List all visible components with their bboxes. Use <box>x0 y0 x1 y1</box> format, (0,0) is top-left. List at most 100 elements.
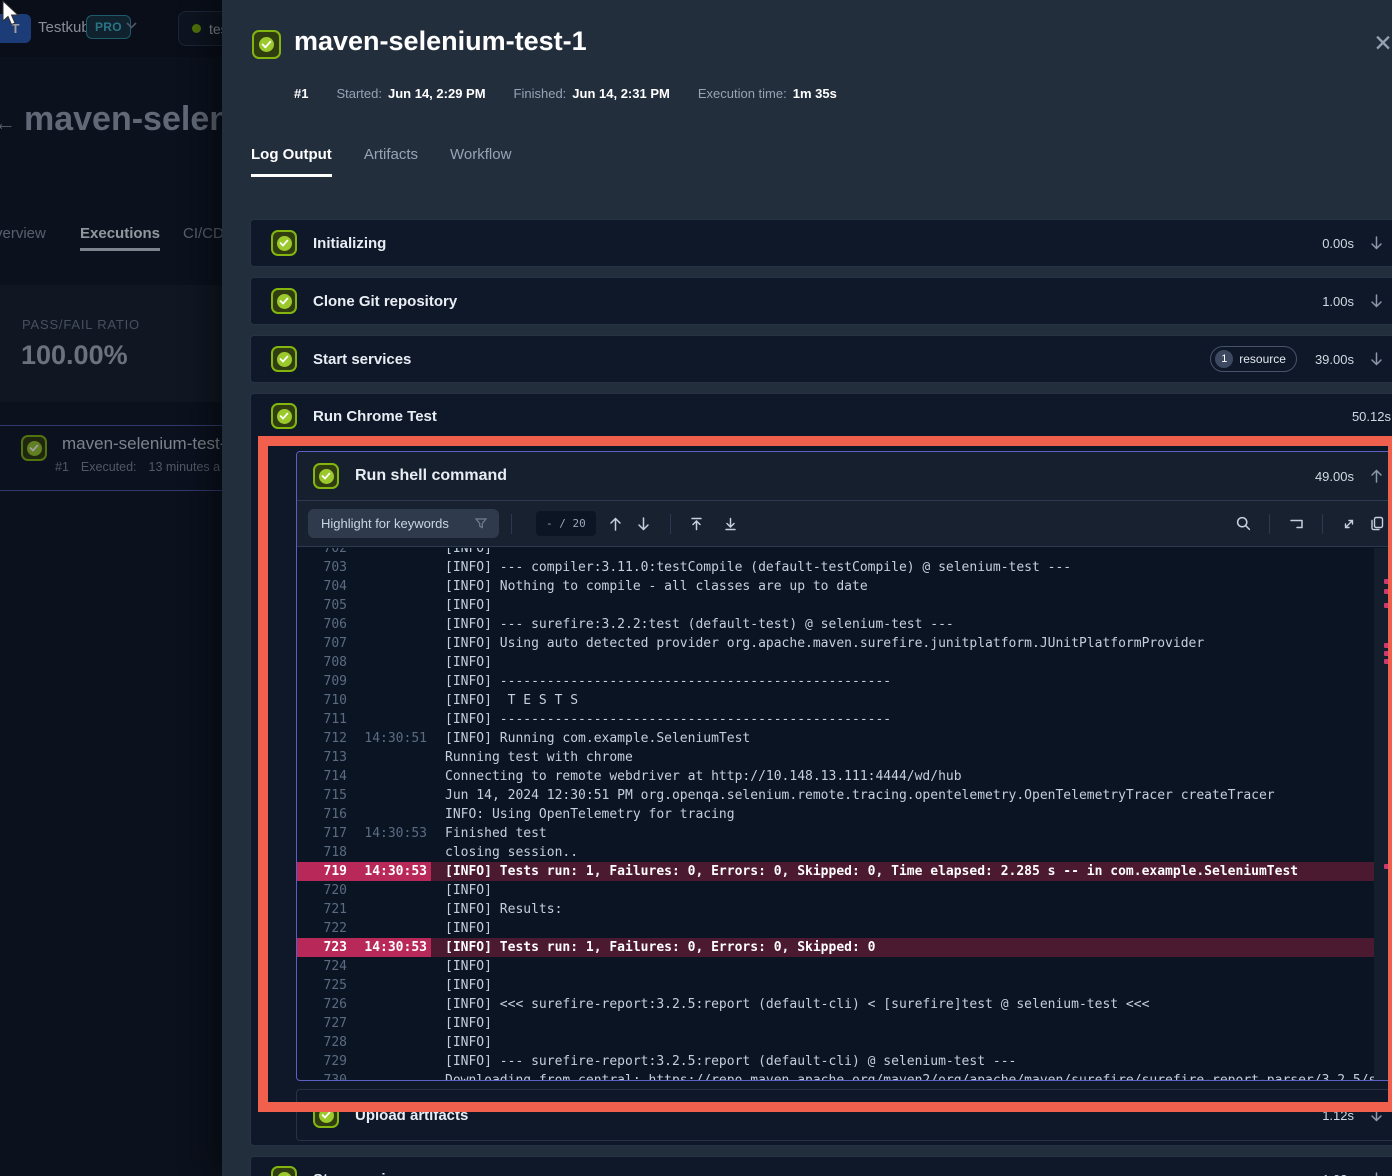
log-gutter: 711 <box>297 710 431 729</box>
log-row: 718 closing session.. <box>297 843 1374 862</box>
log-row: 715 Jun 14, 2024 12:30:51 PM org.openqa.… <box>297 786 1374 805</box>
close-icon[interactable]: ✕ <box>1370 30 1392 56</box>
log-gutter: 716 <box>297 805 431 824</box>
word-wrap-icon[interactable] <box>1282 510 1310 538</box>
log-line-number: 726 <box>297 995 347 1014</box>
tab-overview[interactable]: verview <box>0 225 46 242</box>
log-lines: 702 [INFO] 703 [INFO] --- compiler:3.11.… <box>297 548 1374 1080</box>
log-gutter: 720 <box>297 881 431 900</box>
fullscreen-icon[interactable] <box>1335 510 1363 538</box>
step-clone-git[interactable]: Clone Git repository 1.00s <box>250 277 1392 325</box>
log-text: Connecting to remote webdriver at http:/… <box>445 767 1374 786</box>
log-row: 711 [INFO] -----------------------------… <box>297 710 1374 729</box>
log-timestamp <box>347 767 427 786</box>
log-line-number: 705 <box>297 596 347 615</box>
step-duration: 49.00s <box>1315 469 1354 484</box>
log-gutter: 715 <box>297 786 431 805</box>
log-timestamp <box>347 653 427 672</box>
tab-artifacts[interactable]: Artifacts <box>364 146 418 177</box>
minimap-marker[interactable] <box>1384 864 1392 869</box>
minimap-marker[interactable] <box>1384 659 1392 664</box>
log-text: [INFO] --- surefire:3.2.2:test (default-… <box>445 615 1374 634</box>
tab-executions[interactable]: Executions <box>80 225 160 242</box>
log-timestamp <box>347 900 427 919</box>
run-chrome-test-header[interactable]: Run Chrome Test 50.12s <box>251 394 1392 438</box>
minimap-marker[interactable] <box>1384 651 1392 656</box>
scroll-to-top-icon[interactable] <box>683 510 711 538</box>
minimap-marker[interactable] <box>1384 603 1392 608</box>
toolbar-divider <box>1322 514 1323 534</box>
step-stop-services[interactable]: Stop services 1.03s <box>250 1156 1392 1176</box>
environment-selector[interactable]: tes <box>178 11 222 46</box>
execution-time-label: Execution time: <box>698 86 787 101</box>
step-start-services[interactable]: Start services 1 resource 39.00s <box>250 335 1392 383</box>
log-text: [INFO] <<< surefire-report:3.2.5:report … <box>445 995 1374 1014</box>
log-line-number: 724 <box>297 957 347 976</box>
filter-icon <box>475 518 487 529</box>
expand-down-icon[interactable] <box>1370 1108 1383 1122</box>
back-arrow-icon[interactable]: ← <box>0 110 16 136</box>
drawer-tabs: Log Output Artifacts Workflow <box>251 146 511 177</box>
tab-workflow[interactable]: Workflow <box>450 146 511 177</box>
search-icon[interactable] <box>1229 510 1257 538</box>
status-success-icon <box>271 1166 297 1176</box>
log-line-number: 718 <box>297 843 347 862</box>
match-counter[interactable]: - / 20 <box>536 511 596 536</box>
log-line-number: 704 <box>297 577 347 596</box>
log-text: [INFO] ---------------------------------… <box>445 672 1374 691</box>
finished-value: Jun 14, 2:31 PM <box>572 86 670 101</box>
minimap-marker[interactable] <box>1384 579 1392 584</box>
status-success-icon <box>271 288 297 314</box>
tab-log-output[interactable]: Log Output <box>251 146 332 177</box>
pass-fail-label: PASS/FAIL RATIO <box>22 317 140 332</box>
executed-ago: 13 minutes a <box>149 460 221 474</box>
step-initializing[interactable]: Initializing 0.00s <box>250 219 1392 267</box>
log-timestamp <box>347 843 427 862</box>
log-line-number: 712 <box>297 729 347 748</box>
status-success-icon <box>271 230 297 256</box>
log-timestamp: 14:30:53 <box>347 938 427 957</box>
execution-list-item[interactable]: maven-selenium-test- #1Executed:13 minut… <box>0 425 222 491</box>
prev-match-icon[interactable] <box>602 510 630 538</box>
highlight-keywords-button[interactable]: Highlight for keywords <box>308 509 499 538</box>
log-line-number: 717 <box>297 824 347 843</box>
log-text: [INFO] Using auto detected provider org.… <box>445 634 1374 653</box>
log-row: 729 [INFO] --- surefire-report:3.2.5:rep… <box>297 1052 1374 1071</box>
resource-label: resource <box>1239 352 1286 366</box>
log-line-number: 719 <box>297 862 347 881</box>
tab-cicd[interactable]: CI/CD <box>183 225 222 242</box>
log-timestamp <box>347 786 427 805</box>
expand-down-icon[interactable] <box>1370 294 1383 308</box>
next-match-icon[interactable] <box>630 510 658 538</box>
step-duration: 1.12s <box>1322 1108 1354 1123</box>
highlight-keywords-label: Highlight for keywords <box>321 516 449 531</box>
scroll-to-bottom-icon[interactable] <box>717 510 745 538</box>
step-upload-artifacts[interactable]: Upload artifacts 1.12s <box>296 1089 1392 1141</box>
log-text: [INFO] Results: <box>445 900 1374 919</box>
run-shell-command-header[interactable]: Run shell command 49.00s <box>297 452 1392 501</box>
step-label: Run shell command <box>355 467 507 485</box>
expand-down-icon[interactable] <box>1370 1172 1383 1176</box>
testkube-logo[interactable]: T <box>0 14 31 43</box>
log-viewer[interactable]: 702 [INFO] 703 [INFO] --- compiler:3.11.… <box>297 548 1392 1080</box>
execution-number: #1 <box>294 86 308 101</box>
expand-down-icon[interactable] <box>1370 352 1383 366</box>
copy-icon[interactable] <box>1363 510 1391 538</box>
screen: T Testkube PRO tes ← maven-selen verview… <box>0 0 1392 1176</box>
log-text: Downloading from central: https://repo.m… <box>445 1071 1374 1080</box>
log-row: 71214:30:51 [INFO] Running com.example.S… <box>297 729 1374 748</box>
collapse-up-icon[interactable] <box>1370 469 1383 483</box>
expand-down-icon[interactable] <box>1370 236 1383 250</box>
toolbar-divider <box>1269 514 1270 534</box>
log-line-number: 730 <box>297 1071 347 1080</box>
chevron-down-icon[interactable] <box>126 22 137 29</box>
log-text: [INFO] <box>445 881 1374 900</box>
minimap-marker[interactable] <box>1384 589 1392 594</box>
log-row: 724 [INFO] <box>297 957 1374 976</box>
page-title: maven-selen <box>24 100 222 139</box>
minimap-marker[interactable] <box>1384 643 1392 648</box>
log-gutter: 718 <box>297 843 431 862</box>
log-minimap-scrollbar[interactable] <box>1374 548 1392 1080</box>
log-timestamp <box>347 1033 427 1052</box>
log-line-number: 713 <box>297 748 347 767</box>
